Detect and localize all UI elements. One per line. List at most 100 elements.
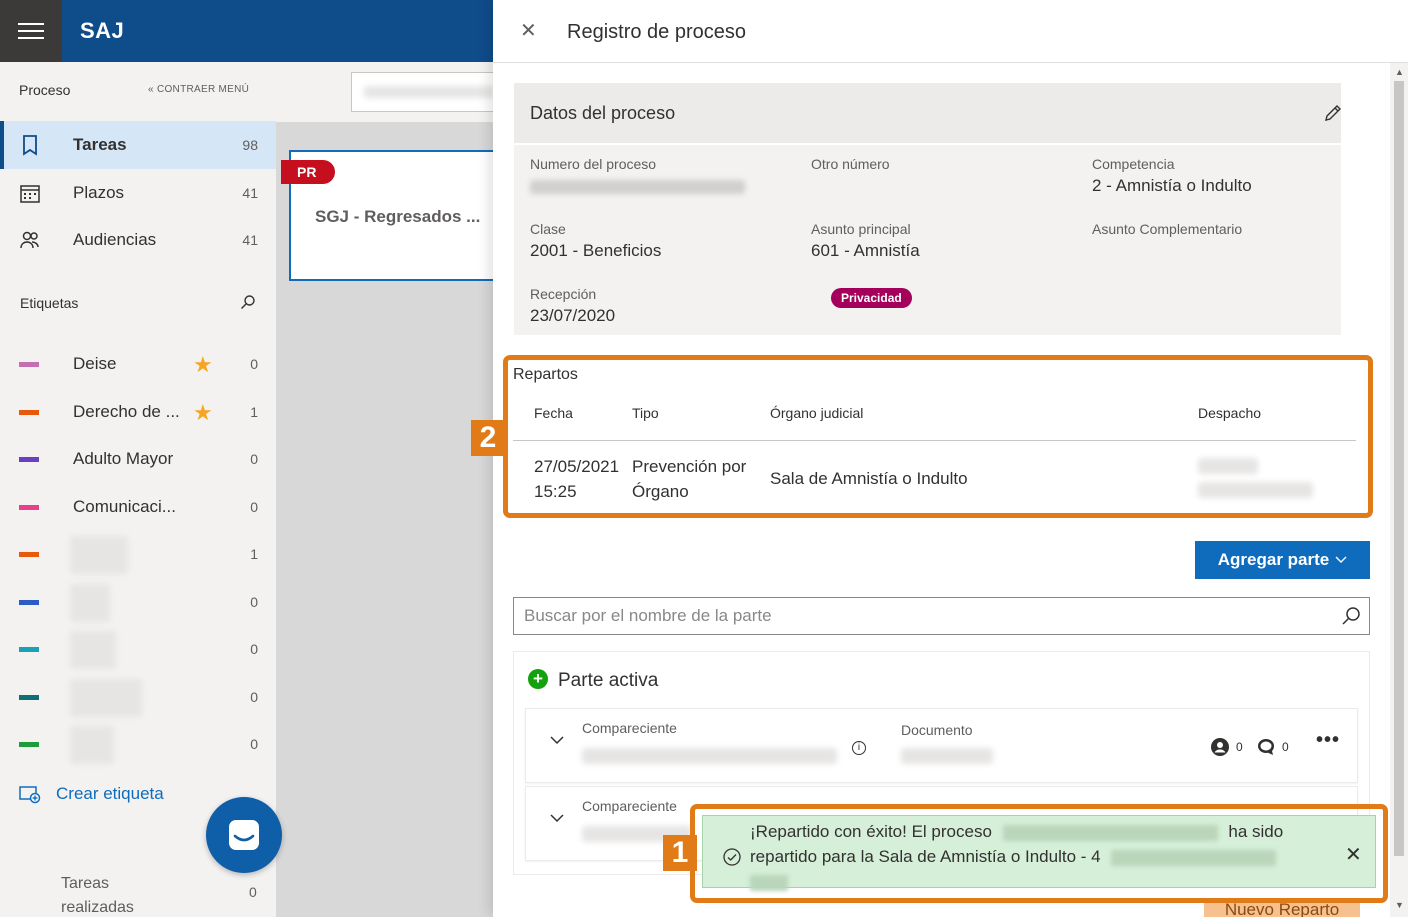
tag-color-swatch	[19, 694, 39, 700]
class-field: Clase 2001 - Beneficios	[530, 221, 661, 261]
create-tag-label: Crear etiqueta	[56, 784, 164, 803]
add-tag-icon	[19, 786, 41, 804]
panel-scrollbar[interactable]: ▲ ▼	[1390, 63, 1408, 917]
process-data-body: Numero del proceso Otro número Competenc…	[514, 145, 1341, 335]
create-tag-button[interactable]: Crear etiqueta	[19, 782, 164, 806]
reception-field: Recepción 23/07/2020	[530, 286, 615, 326]
party-label: Compareciente	[582, 720, 677, 736]
chevron-down-icon[interactable]	[550, 733, 564, 747]
tag-count: 0	[250, 498, 258, 515]
tag-label-redacted	[70, 631, 116, 669]
sidebar-item-count: 41	[242, 232, 258, 248]
edit-icon[interactable]	[1323, 103, 1343, 123]
process-data-header: Datos del proceso	[514, 83, 1341, 143]
sidebar-item-label: Audiencias	[73, 230, 157, 249]
add-party-button[interactable]: Agregar parte	[1195, 541, 1370, 579]
tasks-done-count: 0	[249, 884, 257, 900]
collapse-menu-button[interactable]: « CONTRAER MENÚ	[148, 84, 249, 95]
comment-count: 0	[1282, 740, 1289, 754]
active-party-title: Parte activa	[558, 670, 659, 691]
repartos-highlight	[503, 355, 1373, 518]
class-value: 2001 - Beneficios	[530, 241, 662, 260]
sidebar-heading: Proceso	[19, 82, 71, 98]
hamburger-menu-icon[interactable]	[0, 0, 62, 62]
competence-value: 2 - Amnistía o Indulto	[1092, 176, 1252, 195]
main-subject-label: Asunto principal	[811, 221, 911, 237]
close-icon[interactable]: ✕	[520, 21, 537, 41]
add-party-label: Agregar parte	[1217, 550, 1330, 569]
people-count: 0	[1236, 740, 1243, 754]
tag-item[interactable]: 0	[0, 627, 276, 673]
callout-2: 2	[471, 420, 505, 456]
tag-item[interactable]: Deise ★ 0	[0, 342, 276, 388]
task-card-badge: PR	[281, 160, 335, 184]
sidebar-item-count: 41	[242, 185, 258, 201]
tag-label-redacted	[70, 583, 110, 622]
party-search-field[interactable]	[513, 597, 1370, 635]
toast-highlight	[690, 804, 1388, 903]
search-icon[interactable]	[240, 294, 256, 310]
sidebar: Proceso « CONTRAER MENÚ Tareas 98 Plazos…	[0, 62, 276, 917]
tag-color-swatch	[19, 457, 39, 462]
chevron-down-icon	[1335, 556, 1347, 563]
competence-label: Competencia	[1092, 156, 1175, 172]
app-brand: SAJ	[80, 18, 125, 43]
calendar-icon	[20, 185, 40, 203]
tag-count: 1	[250, 403, 258, 420]
star-icon[interactable]: ★	[193, 400, 213, 426]
party-search-input[interactable]	[524, 606, 1314, 626]
sidebar-item-tareas[interactable]: Tareas 98	[0, 121, 276, 169]
tasks-done-label[interactable]: Tareas realizadas	[61, 872, 181, 917]
tag-label: Adulto Mayor	[73, 449, 174, 468]
process-number-value	[530, 180, 745, 194]
tag-label: Derecho de ...	[73, 401, 180, 421]
tags-heading: Etiquetas	[20, 295, 79, 311]
reception-value: 23/07/2020	[530, 306, 616, 325]
tag-color-swatch	[19, 742, 39, 747]
task-list-toolbar	[276, 62, 511, 122]
tag-count: 0	[250, 593, 258, 610]
other-number-field: Otro número	[811, 156, 890, 172]
tag-count: 1	[250, 546, 258, 562]
scroll-up-icon[interactable]: ▲	[1395, 67, 1404, 77]
search-icon[interactable]	[1341, 606, 1361, 626]
tasks-icon	[23, 135, 37, 156]
process-data-title: Datos del proceso	[530, 103, 676, 123]
competence-field: Competencia 2 - Amnistía o Indulto	[1092, 156, 1252, 196]
scroll-down-icon[interactable]: ▼	[1395, 900, 1404, 910]
tag-item[interactable]: Adulto Mayor 0	[0, 437, 276, 483]
tag-item[interactable]: 0	[0, 580, 276, 626]
party-label: Compareciente	[582, 798, 677, 814]
reception-label: Recepción	[530, 286, 597, 302]
task-card-title: SGJ - Regresados ...	[315, 207, 481, 226]
tag-item[interactable]: 0	[0, 722, 276, 768]
tag-item[interactable]: Comunicaci... 0	[0, 485, 276, 531]
scroll-thumb[interactable]	[1394, 81, 1404, 856]
tag-label: Comunicaci...	[73, 496, 176, 516]
tag-count: 0	[250, 688, 258, 705]
collapse-menu-label: CONTRAER MENÚ	[156, 84, 250, 95]
chevron-down-icon[interactable]	[550, 811, 564, 825]
complementary-subject-field: Asunto Complementario	[1092, 221, 1242, 237]
tag-item[interactable]: 0	[0, 675, 276, 721]
sidebar-item-label: Plazos	[73, 183, 125, 202]
people-stat: 0	[1210, 737, 1243, 757]
info-icon[interactable]: i	[852, 741, 866, 755]
chat-button[interactable]	[206, 797, 282, 873]
star-icon[interactable]: ★	[193, 352, 213, 378]
callout-1: 1	[663, 835, 697, 871]
tag-label-redacted	[70, 536, 128, 574]
panel-header: ✕ Registro de proceso	[493, 0, 1408, 63]
add-circle-icon[interactable]: +	[528, 669, 548, 689]
party-row[interactable]: Compareciente i Documento 0 0 •••	[525, 708, 1358, 783]
tag-item[interactable]: 1	[0, 532, 276, 578]
sidebar-item-audiencias[interactable]: Audiencias 41	[0, 216, 276, 264]
privacy-badge: Privacidad	[831, 288, 912, 308]
task-search-input[interactable]	[351, 72, 511, 112]
main-subject-value: 601 - Amnistía	[811, 241, 920, 260]
tag-item[interactable]: Derecho de ... ★ 1	[0, 390, 276, 436]
document-label: Documento	[901, 722, 973, 738]
more-options-icon[interactable]: •••	[1316, 729, 1340, 752]
sidebar-item-plazos[interactable]: Plazos 41	[0, 169, 276, 217]
complementary-subject-label: Asunto Complementario	[1092, 221, 1243, 237]
